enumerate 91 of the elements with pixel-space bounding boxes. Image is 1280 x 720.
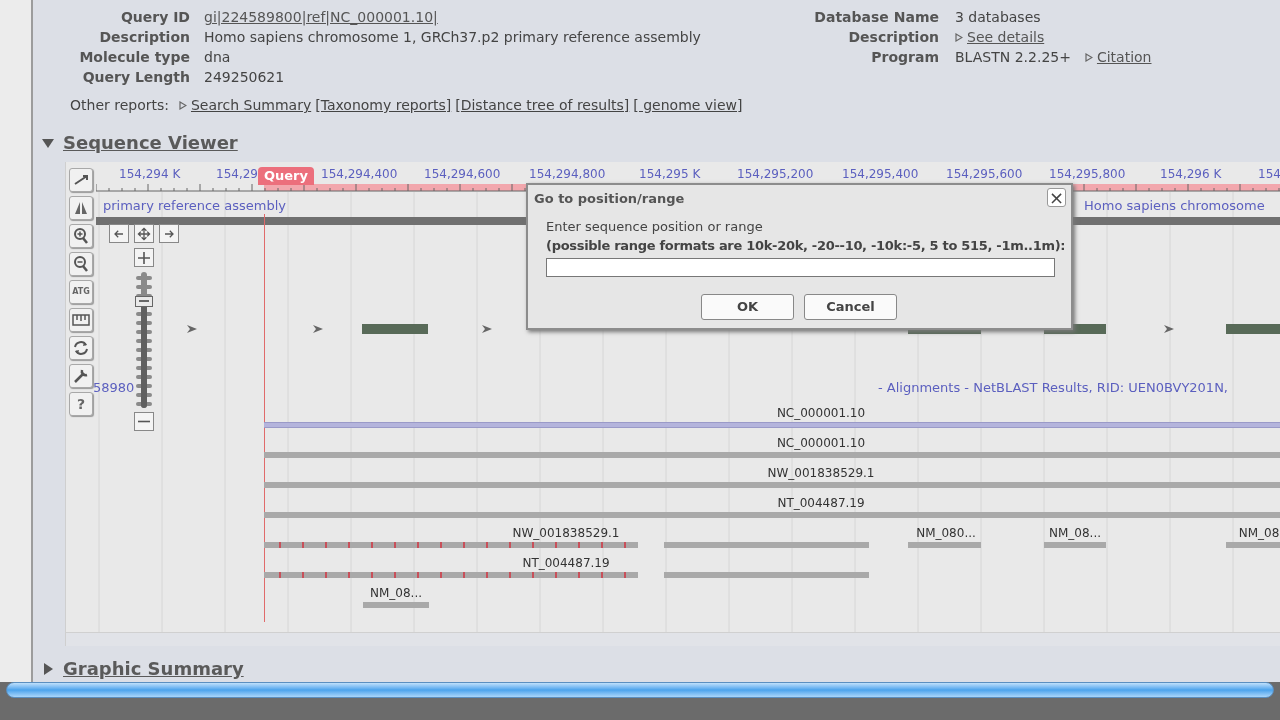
dialog-title: Go to position/range xyxy=(534,190,685,208)
field-label: Query Length xyxy=(81,68,190,87)
tool-button[interactable]: ATG xyxy=(69,280,93,304)
format-hint: (possible range formats are 10k-20k, -20--10, -10k:-5, 5 to 515, -1m..1m): xyxy=(546,237,1066,255)
arrow-icon xyxy=(1164,324,1174,334)
zoom-out-icon xyxy=(71,254,91,274)
field-label: Description xyxy=(98,28,190,47)
alignment-label: NC_000001.10 xyxy=(776,406,866,420)
feature-bar xyxy=(1226,324,1280,334)
report-link[interactable]: Search Summary xyxy=(191,95,312,115)
alignment-label: NC_000001.10 xyxy=(776,436,866,450)
cancel-button[interactable]: Cancel xyxy=(804,294,897,320)
field-value: 249250621 xyxy=(204,68,285,87)
alignment-label: NM_080... xyxy=(916,526,976,540)
refresh-icon xyxy=(71,338,91,358)
tool-button[interactable] xyxy=(69,168,93,192)
tool-button[interactable] xyxy=(69,308,93,332)
link[interactable]: See details xyxy=(967,27,1045,47)
nav-button[interactable] xyxy=(109,224,129,243)
field-value: BLASTN 2.2.25+ xyxy=(955,48,1071,67)
sequence-label: Homo sapiens chromosome xyxy=(1084,197,1265,215)
tool-button[interactable] xyxy=(69,224,93,248)
alignment-bar xyxy=(1226,542,1280,548)
reports-label: Other reports: xyxy=(70,96,169,115)
triangle-icon xyxy=(955,32,963,42)
ruler-label: 154,294,800 xyxy=(529,167,606,181)
dialog-prompt: Enter sequence position or range xyxy=(546,218,763,236)
ruler-label: 154,295,400 xyxy=(842,167,919,181)
field-label: Database Name xyxy=(813,8,939,27)
ruler-label: 154,295,200 xyxy=(737,167,814,181)
section-title[interactable]: Sequence Viewer xyxy=(63,129,238,156)
track-title: - Alignments - NetBLAST Results, RID: UEN0BVY201N, xyxy=(878,379,1228,397)
position-input[interactable] xyxy=(546,258,1055,277)
section-title[interactable]: Graphic Summary xyxy=(63,655,244,682)
ruler-label: 154 xyxy=(1258,167,1280,181)
arrow-icon xyxy=(313,324,323,334)
triangle-icon xyxy=(1084,52,1093,62)
alignment-label: NW_001838529.1 xyxy=(512,526,620,540)
field-label: Program xyxy=(870,48,939,67)
ruler-label: 154,294,600 xyxy=(424,167,501,181)
alignment-label: NM_08... xyxy=(1049,526,1101,540)
tool-button[interactable]: ? xyxy=(69,392,93,416)
arrow-icon xyxy=(187,324,197,334)
feature-bar xyxy=(362,324,428,334)
link[interactable]: Citation xyxy=(1096,47,1152,67)
field-value: 3 databases xyxy=(955,8,1041,27)
alignment-label: NT_004487.19 xyxy=(522,556,610,570)
alignment-bar xyxy=(1044,542,1106,548)
minus-icon xyxy=(137,420,151,423)
track-label: 58980 xyxy=(93,379,135,397)
alignment-bar xyxy=(363,602,429,608)
zoom-in-button[interactable] xyxy=(134,248,154,267)
sequence-label: primary reference assembly xyxy=(103,197,286,215)
tool-button[interactable] xyxy=(69,252,93,276)
nav-button[interactable] xyxy=(159,224,179,243)
zoom-slider[interactable] xyxy=(135,272,153,408)
ruler-label: 154,295,600 xyxy=(946,167,1023,181)
tool-button[interactable] xyxy=(69,364,93,388)
report-link[interactable]: [Taxonomy reports] xyxy=(315,95,452,115)
ok-button[interactable]: OK xyxy=(701,294,794,320)
collapsed-triangle-icon[interactable] xyxy=(41,661,55,676)
link[interactable]: gi|224589800|ref|NC_000001.10| xyxy=(204,7,438,27)
nav-button[interactable] xyxy=(134,224,154,243)
arrow-icon xyxy=(482,324,492,334)
field-value: dna xyxy=(204,48,231,67)
field-value: Homo sapiens chromosome 1, GRCh37.p2 primary reference assembly xyxy=(204,28,701,47)
ruler-label: 154,294,400 xyxy=(321,167,398,181)
field-label: Molecule type xyxy=(78,48,190,67)
close-button[interactable]: × xyxy=(1047,188,1066,207)
query-marker: Query xyxy=(258,167,314,185)
ruler-label: 154,296 K xyxy=(1160,167,1222,181)
field-label: Query ID xyxy=(119,8,190,27)
tool-button[interactable] xyxy=(69,196,93,220)
zoom-in-icon xyxy=(71,226,91,246)
zoom-out-button[interactable] xyxy=(134,412,154,431)
ruler-label: 154,295 K xyxy=(639,167,701,181)
ruler-label: 154,294 K xyxy=(119,167,181,181)
tool-button[interactable] xyxy=(69,336,93,360)
horizontal-scrollbar[interactable] xyxy=(6,682,1274,698)
alignment-label: NT_004487.19 xyxy=(777,496,865,510)
alignment-label: NM_08 xyxy=(1238,526,1280,540)
field-label: Description xyxy=(847,28,939,47)
ruler-label: 154,295,800 xyxy=(1049,167,1126,181)
alignment-label: NM_08... xyxy=(370,586,422,600)
report-link[interactable]: [Distance tree of results] xyxy=(455,95,630,115)
center-icon xyxy=(136,225,152,242)
report-link[interactable]: [ genome view] xyxy=(633,95,743,115)
slider-thumb[interactable] xyxy=(135,295,153,307)
ruler-label: 154,29 xyxy=(216,167,258,181)
alignment-label: NW_001838529.1 xyxy=(767,466,875,480)
plus-icon xyxy=(137,250,151,265)
